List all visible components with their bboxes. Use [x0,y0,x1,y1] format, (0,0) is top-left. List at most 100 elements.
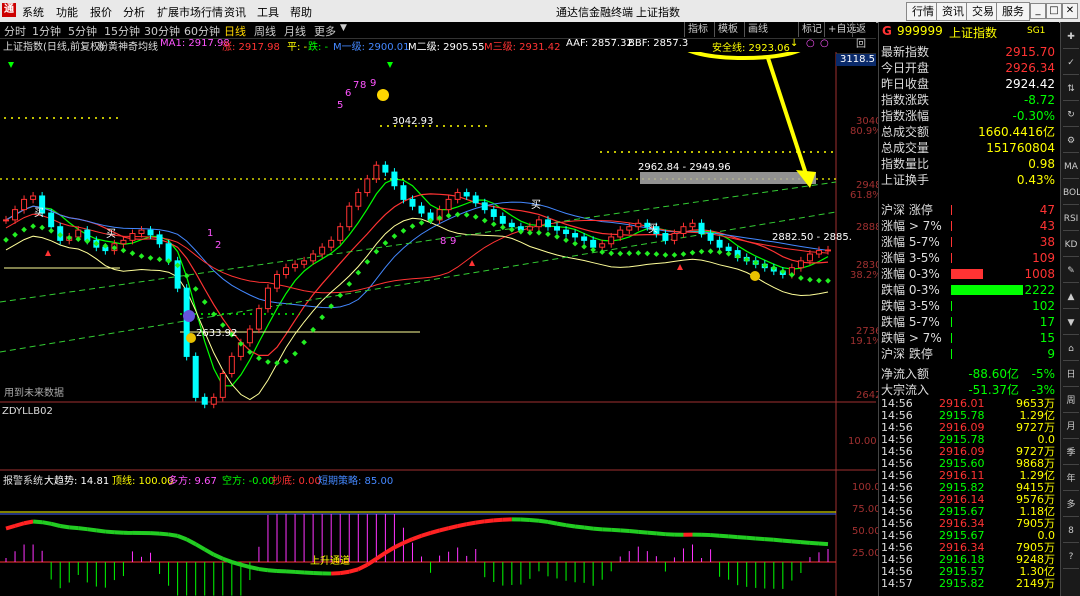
side-tool-button[interactable]: 月 [1063,416,1079,439]
stat-row: 今日开盘 2926.34 [879,60,1057,76]
menu-ext-market[interactable]: 扩展市场行情 [157,4,223,20]
service-button[interactable]: 服务 [996,2,1030,21]
stat-label: 指数涨跌 [881,93,930,107]
breadth-label: 涨幅 5-7% [881,235,940,249]
kline-chart[interactable] [0,52,876,596]
indicator-legend: 上证指数(日线,前复权) 粉黄神奇均线 MA1: 2917.98 涨: 2917… [0,38,876,54]
breadth-label: 涨幅 > 7% [881,219,942,233]
indicator-button[interactable]: 指标 [684,22,711,37]
sub2-name[interactable]: 报警系统 [3,472,43,487]
side-tool-button[interactable]: 日 [1063,364,1079,387]
money-bag-icon [750,271,760,281]
info-button[interactable]: 资讯 [936,2,970,21]
side-tool-button[interactable]: KD [1063,234,1079,257]
index-tag: SG1 [1027,26,1046,36]
highlight-arrow [766,57,808,175]
side-tool-button[interactable]: 8 [1063,520,1079,543]
stat-row: 指数涨幅 -0.30% [879,108,1057,124]
tab-30min[interactable]: 30分钟 [144,23,180,39]
quote-header: G 999999 上证指数 SG1 [879,22,1059,42]
side-tool-button[interactable]: ⌂ [1063,338,1079,361]
side-tool-button[interactable]: ✓ [1063,52,1079,75]
highlight-ellipse [687,52,801,60]
dotted-ma [3,211,831,366]
menu-tools[interactable]: 工具 [257,4,279,20]
template-button[interactable]: 模板 [714,22,741,37]
side-tool-button[interactable]: 周 [1063,390,1079,413]
side-tool-button[interactable]: ✚ [1063,26,1079,49]
tab-monthly[interactable]: 月线 [284,23,306,39]
menu-info[interactable]: 资讯 [224,4,246,20]
count-marker: 2 [215,240,222,251]
buy-marker: 买 [34,208,44,219]
legend-down: 跌: - [308,42,329,53]
flow-pct: -3% [1031,383,1055,397]
breadth-value: 2222 [1024,283,1055,297]
alarm-legend: 报警系统 大趋势: 14.81 顶线: 100.00 多方: 9.67 空方: … [0,472,836,487]
side-tool-button[interactable]: RSI [1063,208,1079,231]
side-tool-button[interactable]: BOLL [1063,182,1080,205]
stat-value: -8.72 [1023,93,1055,107]
stat-row: 最新指数 2915.70 [879,44,1057,60]
stat-label: 指数量比 [881,157,930,171]
close-icon[interactable]: ✕ [1062,3,1078,19]
chevron-down-icon[interactable]: ▼ [340,23,347,33]
stat-value: 151760804 [986,141,1055,155]
candlesticks [3,161,831,409]
side-tool-button[interactable]: ⇅ [1063,78,1079,101]
tick-row[interactable]: 14:57 2915.82 2149万 [879,578,1057,590]
side-tool-button[interactable]: 年 [1063,468,1079,491]
side-toolbar: ✚ ✓ ⇅ ↻ ⚙ MA BOLL RSI KD ✎ ▲ ▼ ⌂ 日周月季年多 8? [1060,22,1080,596]
count-marker: 5 [337,100,344,111]
breadth-row: 跌幅 > 7% 15 [879,330,1057,346]
side-tool-button[interactable]: 季 [1063,442,1079,465]
minimize-icon[interactable]: _ [1030,3,1046,19]
sub2-tick: 25.00 [852,548,881,559]
tab-daily[interactable]: 日线 [224,23,246,39]
menu-system[interactable]: 系统 [22,4,44,20]
tab-60min[interactable]: 60分钟 [184,23,220,39]
draw-line-button[interactable]: 画线 [744,22,771,37]
side-tool-button[interactable]: 多 [1063,494,1079,517]
stat-label: 上证换手 [881,173,930,187]
breadth-value: 102 [1032,299,1055,313]
stat-label: 总成交额 [881,125,930,139]
tab-weekly[interactable]: 周线 [254,23,276,39]
breadth-row: 涨幅 5-7% 38 [879,234,1057,250]
stat-value: -0.30% [1012,109,1055,123]
tab-timeshare[interactable]: 分时 [4,23,26,39]
tab-15min[interactable]: 15分钟 [104,23,140,39]
side-tool-button[interactable]: ▲ [1063,286,1079,309]
trade-button[interactable]: 交易 [966,2,1000,21]
count-marker: 6 [345,88,352,99]
stat-value: 1660.4416亿 [978,125,1055,139]
menu-analysis[interactable]: 分析 [123,4,145,20]
breadth-bar [951,205,952,215]
side-tool-button[interactable]: MA [1063,156,1079,179]
stat-value: 2926.34 [1005,61,1055,75]
app-logo-icon[interactable]: 通 [2,3,16,17]
side-tool-button[interactable]: ⚙ [1063,130,1079,153]
tab-1min[interactable]: 1分钟 [32,23,61,39]
side-tool-button[interactable]: ▼ [1063,312,1079,335]
side-tool-button[interactable]: ? [1063,546,1079,569]
breadth-bar [951,253,952,263]
breadth-label: 沪深 跌停 [881,347,933,361]
range-label-2: 2882.50 - 2885. [772,232,852,243]
tab-5min[interactable]: 5分钟 [68,23,97,39]
breadth-label: 跌幅 > 7% [881,331,942,345]
menu-help[interactable]: 帮助 [290,4,312,20]
side-tool-button[interactable]: ↻ [1063,104,1079,127]
back-button[interactable]: 返回 [852,22,876,50]
quote-button[interactable]: 行情 [906,2,940,21]
legend-aaf: AAF: 2857.32 [566,38,633,49]
menu-quote[interactable]: 报价 [90,4,112,20]
legend-indicator-name[interactable]: 粉黄神奇均线 [98,38,158,53]
mark-button[interactable]: 标记 [798,22,825,37]
menu-function[interactable]: 功能 [56,4,78,20]
count-marker: 1 [207,228,214,239]
tab-more[interactable]: 更多 [314,23,336,39]
side-tool-button[interactable]: ✎ [1063,260,1079,283]
maximize-icon[interactable]: □ [1046,3,1062,19]
count-marker: 9 [370,78,377,89]
